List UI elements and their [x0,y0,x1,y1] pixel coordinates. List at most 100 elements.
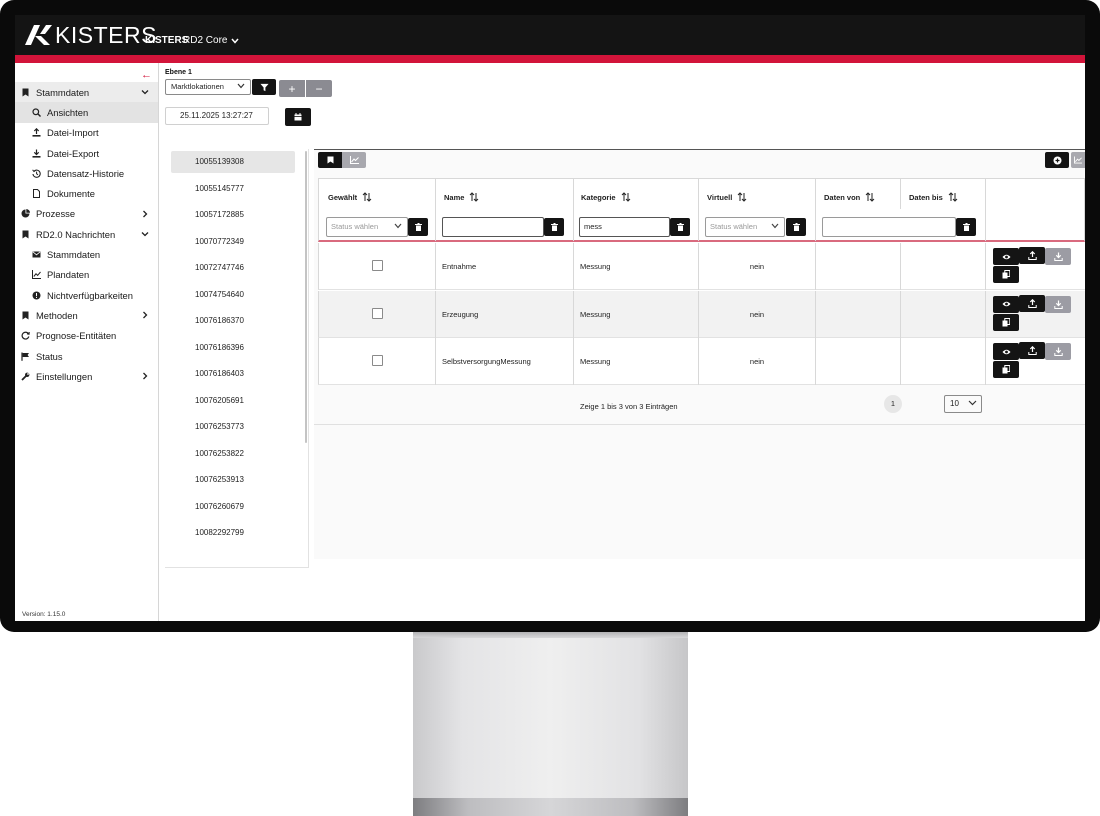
filter-button[interactable] [252,79,276,95]
column-header-gewaehlt[interactable]: Gewählt [328,192,372,202]
row-select-checkbox[interactable] [372,307,383,319]
search-icon [32,108,41,117]
sidebar-item-einstellungen[interactable]: Einstellungen [15,366,158,386]
brand-label: KISTERS [145,35,189,46]
list-item[interactable]: 10076186403 [171,363,295,385]
copy-button[interactable] [993,313,1019,331]
clear-virtuell-filter-button[interactable] [786,218,806,236]
list-item[interactable]: 10074754640 [171,284,295,306]
add-level-button[interactable]: + [279,80,305,97]
table-view-button[interactable] [318,152,342,168]
gewaehlt-status-select[interactable]: Status wählen [326,217,408,237]
list-item[interactable]: 10076205691 [171,390,295,412]
view-button[interactable] [993,248,1019,265]
sidebar-item-datensatz-historie[interactable]: Datensatz-Historie [15,163,158,183]
calendar-button[interactable] [285,108,311,126]
virtuell-status-select[interactable]: Status wählen [705,217,785,237]
list-item[interactable]: 10057172885 [171,204,295,226]
list-item[interactable]: 10076253913 [171,469,295,491]
clear-kategorie-filter-button[interactable] [670,218,690,236]
download-button[interactable] [1045,295,1071,313]
column-header-name[interactable]: Name [444,192,479,202]
row-select-checkbox[interactable] [372,260,383,271]
sidebar-item-stammdaten[interactable]: Stammdaten [15,244,158,264]
list-item[interactable]: 10055139308 [171,151,295,173]
sidebar-item-datei-export[interactable]: Datei-Export [15,143,158,163]
list-item[interactable]: 10082292799 [171,522,295,544]
chevron-down-icon [771,223,779,229]
column-label: Daten bis [909,192,943,202]
sidebar-item-label: Prognose-Entitäten [36,330,117,342]
list-scrollbar[interactable] [305,151,307,443]
kategorie-filter-input[interactable]: mess [579,217,670,237]
list-item[interactable]: 10055145777 [171,178,295,200]
list-item[interactable]: 10070772349 [171,231,295,253]
page-size-select[interactable]: 10 [944,395,982,413]
column-header-daten-von[interactable]: Daten von [824,192,875,202]
daten-range-input[interactable] [822,217,956,237]
column-header-kategorie[interactable]: Kategorie [581,192,631,202]
kisters-logo[interactable]: KISTERS [23,21,157,48]
select-placeholder: Status wählen [331,222,379,231]
select-placeholder: Status wählen [710,222,758,231]
add-record-button[interactable] [1045,152,1069,168]
view-button[interactable] [993,295,1019,313]
clear-gewaehlt-filter-button[interactable] [408,218,428,236]
monitor-mockup: KISTERS KISTERS RD2 Core ← Stammdaten Ans… [0,0,1100,816]
collapse-sidebar-icon[interactable]: ← [141,69,152,81]
sidebar-item-status[interactable]: Status [15,346,158,366]
export-button[interactable] [1019,342,1045,359]
list-item[interactable]: 10076186370 [171,310,295,332]
chart-tool-button[interactable] [1071,152,1085,168]
column-header-virtuell[interactable]: Virtuell [707,192,747,202]
sidebar-item-methoden[interactable]: Methoden [15,305,158,325]
list-item[interactable]: 10072747746 [171,257,295,279]
eye-icon [1002,349,1010,354]
clear-name-filter-button[interactable] [544,218,564,236]
row-select-checkbox[interactable] [372,355,383,366]
column-separator [435,179,436,241]
upload-icon [1027,346,1037,355]
date-field[interactable]: 25.11.2025 13:27:27 [165,107,269,125]
envelope-icon [32,251,41,258]
column-header-daten-bis[interactable]: Daten bis [909,192,958,202]
column-separator [985,290,986,338]
sidebar-item-prognose-entitäten[interactable]: Prognose-Entitäten [15,326,158,346]
sidebar-item-nichtverfügbarkeiten[interactable]: Nichtverfügbarkeiten [15,285,158,305]
ebene-select[interactable]: Marktlokationen [165,79,251,95]
sort-icon [470,192,479,202]
view-button[interactable] [993,343,1019,360]
name-filter-input[interactable] [442,217,544,237]
list-item[interactable]: 10076253822 [171,443,295,465]
download-button[interactable] [1045,248,1071,265]
remove-level-button[interactable]: − [306,80,332,97]
sidebar-item-dokumente[interactable]: Dokumente [15,183,158,203]
list-item[interactable]: 10076260679 [171,496,295,518]
bookmark-icon [22,88,29,97]
export-button[interactable] [1019,294,1045,312]
clear-daten-filter-button[interactable] [956,218,976,236]
sidebar-item-prozesse[interactable]: Prozesse [15,204,158,224]
chevron-right-icon [143,311,148,319]
list-item[interactable]: 10076253773 [171,416,295,438]
page-button-1[interactable]: 1 [884,395,902,413]
copy-button[interactable] [993,361,1019,378]
list-item[interactable]: 10076186396 [171,337,295,359]
export-button[interactable] [1019,247,1045,264]
sidebar-item-ansichten[interactable]: Ansichten [15,102,158,123]
download-icon [1053,252,1063,261]
sidebar-item-rd2-0-nachrichten[interactable]: RD2.0 Nachrichten [15,224,158,244]
copy-button[interactable] [993,266,1019,283]
sidebar-item-stammdaten[interactable]: Stammdaten [15,82,158,103]
chart-view-button[interactable] [342,152,366,168]
logo-text: KISTERS [55,21,157,48]
column-separator [815,338,816,385]
sort-icon [948,192,958,202]
download-button[interactable] [1045,343,1071,360]
upload-icon [1027,298,1037,308]
product-switcher[interactable]: RD2 Core [183,35,240,46]
flag-icon [21,352,29,361]
sort-icon [737,192,747,202]
sidebar-item-datei-import[interactable]: Datei-Import [15,123,158,143]
sidebar-item-plandaten[interactable]: Plandaten [15,265,158,285]
